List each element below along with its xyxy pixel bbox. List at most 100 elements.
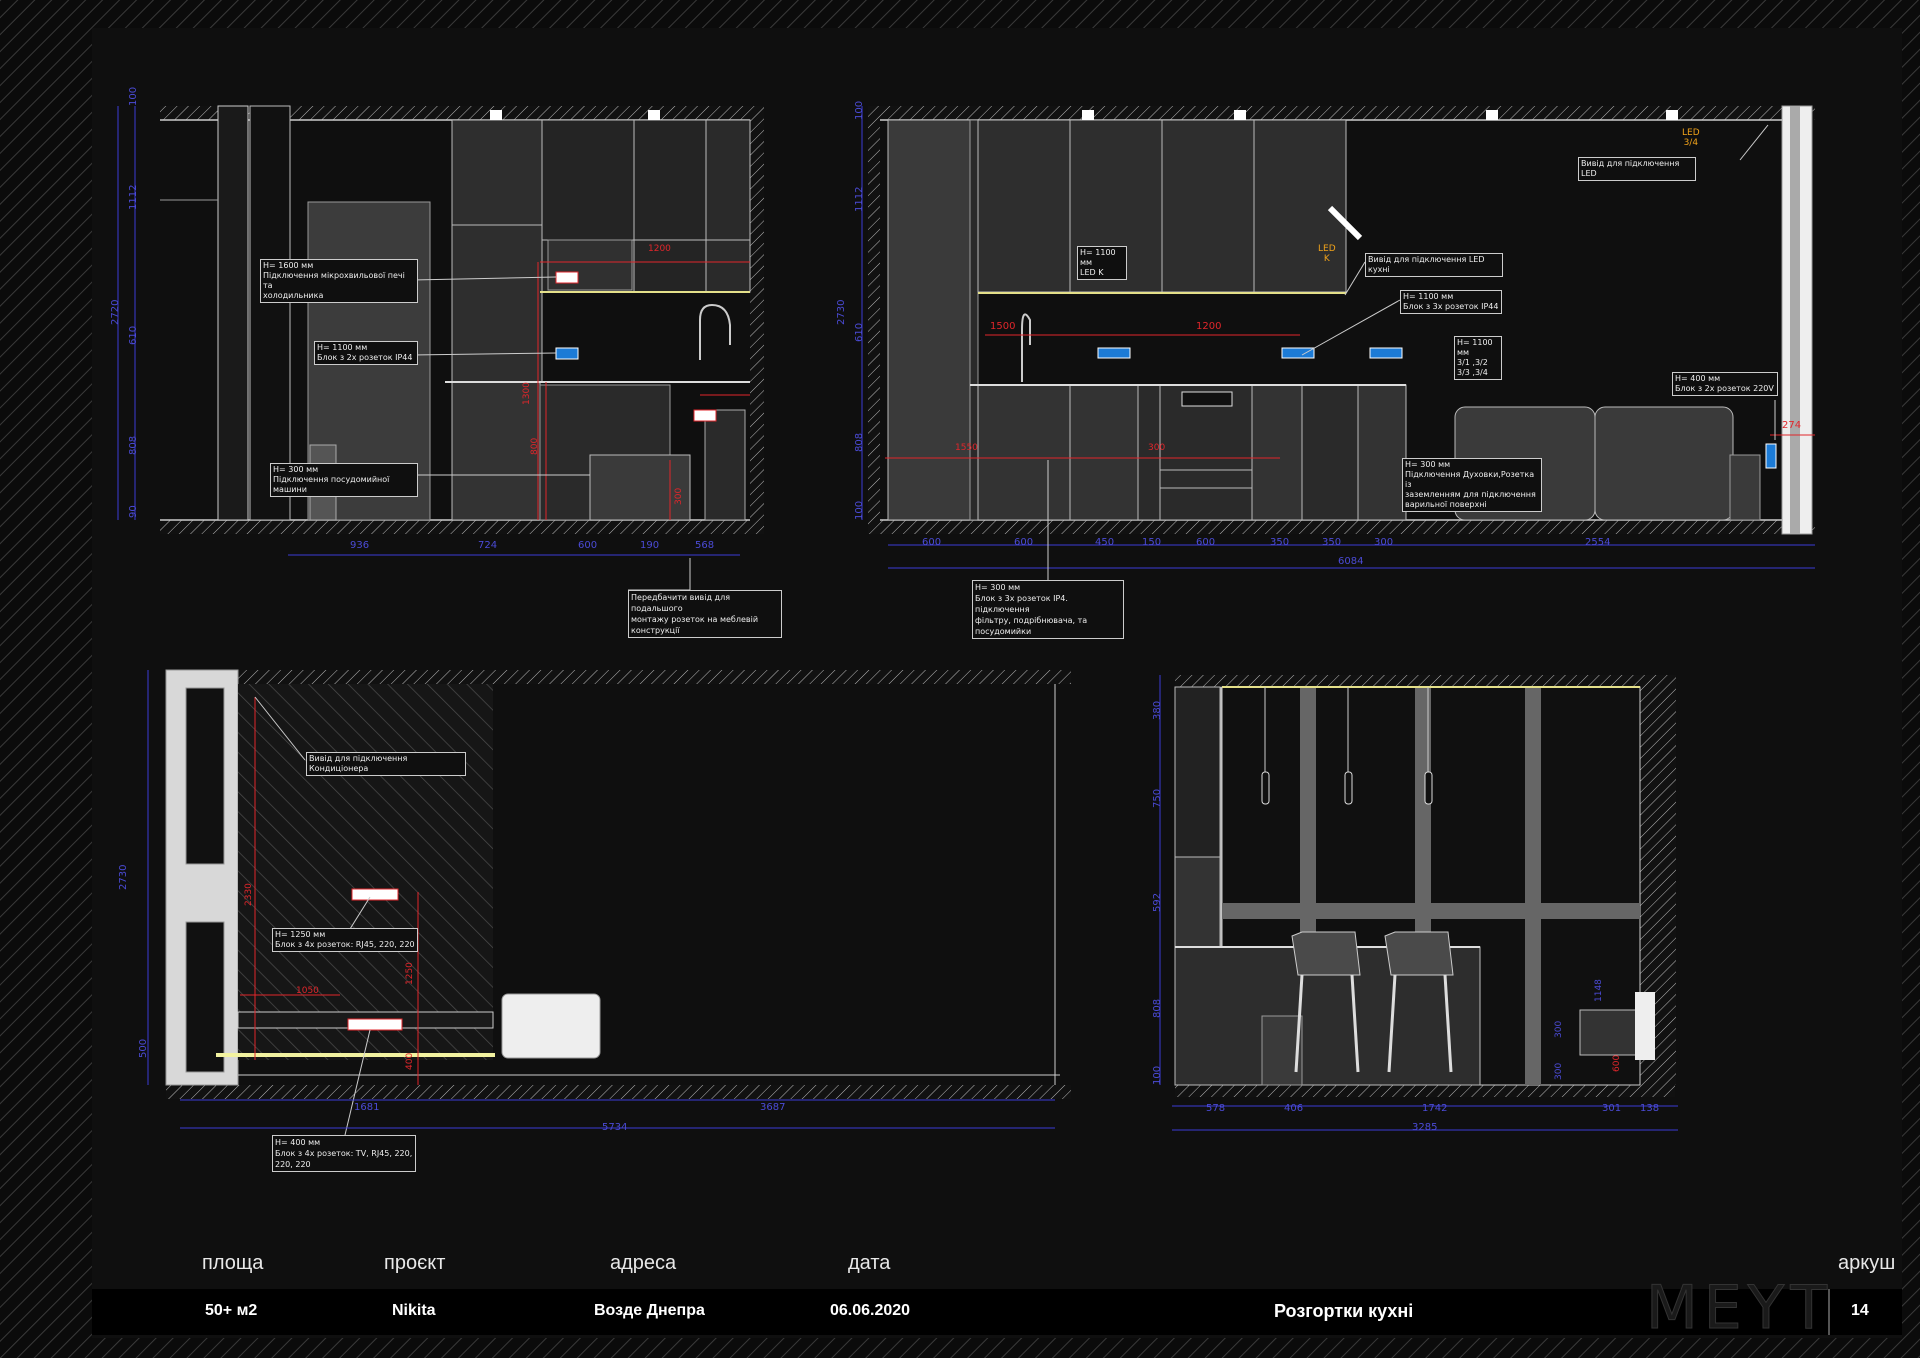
label-sheet: аркуш <box>1838 1252 1896 1274</box>
elev3-note-4-sockets: H= 1250 мм Блок з 4х розеток: RJ45, 220,… <box>272 928 418 952</box>
elev4-dim-h-301: 301 <box>1602 1103 1622 1114</box>
elev4-dim-h-1742: 1742 <box>1422 1103 1448 1114</box>
value-area: 50+ м2 <box>205 1302 258 1319</box>
note-line: Блок з 4х розеток: TV, RJ45, 220, <box>275 1149 413 1158</box>
elev4-dim-v-100: 100 <box>1152 1065 1163 1085</box>
label-address: адреса <box>610 1252 677 1274</box>
note-line: Вивід для підключення LED <box>1581 159 1680 178</box>
note-line: H= 1100 мм <box>1403 292 1454 301</box>
elev2-dim-h-450: 450 <box>1095 537 1115 548</box>
elev2-dim-v-100: 100 <box>854 100 865 120</box>
elev2-dim-v-808: 808 <box>854 432 865 452</box>
note-line: H= 1100 мм <box>1457 338 1493 357</box>
note-line: H= 300 мм <box>975 583 1021 592</box>
elev3-red-dim-1050: 1050 <box>296 986 319 996</box>
note-line: LED K <box>1080 268 1104 277</box>
elev3-red-dim-400: 400 <box>405 1052 415 1070</box>
elev2-red-dim-1200: 1200 <box>1196 321 1222 332</box>
elev2-note-3-sockets: H= 1100 мм Блок з 3х розеток IP44 <box>1400 290 1502 314</box>
elev3-dim-h-1681: 1681 <box>354 1102 380 1113</box>
elev2-note-ledk: H= 1100 мм LED K <box>1077 246 1127 280</box>
note-line: холодильника <box>263 291 324 300</box>
elev2-dim-v-100b: 100 <box>854 500 865 520</box>
elev4-dim-h-138: 138 <box>1640 1103 1660 1114</box>
elev1-dim-h-936: 936 <box>350 540 370 551</box>
elev2-dim-h-2554: 2554 <box>1585 537 1611 548</box>
elev1-note-microwave: H= 1600 мм Підключення мікрохвильової пе… <box>260 259 418 303</box>
label-date: дата <box>848 1252 891 1274</box>
elev4-side-dim-300b: 300 <box>1554 1062 1564 1080</box>
elev2-dim-v-1112: 1112 <box>854 186 865 212</box>
elev1-dim-h-568: 568 <box>695 540 715 551</box>
note-line: Передбачити вивід для подальшого <box>631 593 731 613</box>
note-line: 3/3 ,3/4 <box>1457 368 1488 377</box>
note-line: Вивід для підключення LED кухні <box>1368 255 1485 274</box>
note-line: 3/1 ,3/2 <box>1457 358 1488 367</box>
led-tag: LED <box>1318 244 1336 254</box>
elev1-dim-h-724: 724 <box>478 540 498 551</box>
elev2-dim-h-600a: 600 <box>922 537 942 548</box>
note-line: Підключення посудомийної машини <box>273 475 390 494</box>
note-line: Підключення Духовки,Розетка із <box>1405 470 1535 489</box>
elev1-dim-h-600: 600 <box>578 540 598 551</box>
elev4-side-dim-300a: 300 <box>1554 1020 1564 1038</box>
elev4-dim-h-406: 406 <box>1284 1103 1304 1114</box>
elev1-dim-h-190: 190 <box>640 540 660 551</box>
elev4-dim-v-750: 750 <box>1152 788 1163 808</box>
elev1-note-2-sockets: H= 1100 мм Блок з 2х розеток IP44 <box>314 341 418 365</box>
elev2-dim-h-300: 300 <box>1374 537 1394 548</box>
elev2-note-2-sockets-220: H= 400 мм Блок з 2х розеток 220V <box>1672 372 1778 396</box>
elev2-dim-v-total: 2730 <box>836 299 847 325</box>
elev1-note-furniture-output: Передбачити вивід для подальшого монтажу… <box>628 590 782 638</box>
elev4-side-dim-1148: 1148 <box>1594 979 1604 1002</box>
elev3-dim-h-3687: 3687 <box>760 1102 786 1113</box>
elev2-led-tag-34: LED 3/4 <box>1682 128 1700 148</box>
elev2-led-tag-k: LED K <box>1318 244 1336 264</box>
elev2-dim-total: 6084 <box>1338 556 1364 567</box>
elev4-dim-total: 3285 <box>1412 1122 1438 1133</box>
elev1-dim-v-90: 90 <box>128 505 139 518</box>
elev3-red-dim-1250: 1250 <box>405 962 415 985</box>
led-tag: K <box>1323 254 1330 264</box>
elev2-note-3-1: H= 1100 мм 3/1 ,3/2 3/3 ,3/4 <box>1454 336 1502 380</box>
note-line: конструкції <box>631 626 680 635</box>
title-block-bar <box>92 1289 1902 1335</box>
elevation-4 <box>1159 675 1678 1131</box>
elev4-dim-v-592: 592 <box>1152 892 1163 912</box>
note-line: Блок з 3х розеток IP44 <box>1403 302 1499 311</box>
elev3-dim-total: 5734 <box>602 1122 628 1133</box>
note-line: Блок з 2х розеток 220V <box>1675 384 1774 393</box>
led-tag: 3/4 <box>1683 138 1699 148</box>
elev4-dim-v-380: 380 <box>1152 700 1163 720</box>
note-line: посудомийки <box>975 627 1032 636</box>
elev2-red-dim-1550: 1550 <box>955 443 978 453</box>
logo-meyt: MEYT <box>1646 1273 1833 1343</box>
elev1-red-dim-300: 300 <box>674 487 684 505</box>
elev1-dim-v-1112: 1112 <box>128 184 139 210</box>
elev2-dim-h-600c: 600 <box>1196 537 1216 548</box>
elev1-red-dim-1200: 1200 <box>648 244 671 254</box>
elev1-dim-v-808: 808 <box>128 435 139 455</box>
elev4-dim-v-808: 808 <box>1152 998 1163 1018</box>
note-line: монтажу розеток на меблевій <box>631 615 759 624</box>
note-line: H= 300 мм <box>1405 460 1451 469</box>
note-line: заземленням для підключення <box>1405 490 1536 499</box>
elev2-red-dim-300: 300 <box>1148 443 1166 453</box>
note-line: фільтру, подрібнювача, та <box>975 616 1088 625</box>
note-line: H= 1100 мм <box>1080 248 1116 267</box>
note-line: 220, 220 <box>275 1160 311 1169</box>
note-line: варильної поверхні <box>1405 500 1487 509</box>
elev1-red-dim-1300: 1300 <box>522 382 532 405</box>
note-line: H= 400 мм <box>275 1138 321 1147</box>
note-line: Блок з 2х розеток IP44 <box>317 353 413 362</box>
elev2-note-led-kitchen: Вивід для підключення LED кухні <box>1365 253 1503 277</box>
elev2-dim-h-350b: 350 <box>1322 537 1342 548</box>
led-tag: LED <box>1682 128 1700 138</box>
elev3-dim-v-500: 500 <box>138 1038 149 1058</box>
value-address: Возде Днепра <box>594 1302 705 1319</box>
label-area: площа <box>202 1252 264 1274</box>
note-line: H= 1600 мм <box>263 261 314 270</box>
elev2-dim-v-610: 610 <box>854 322 865 342</box>
elev2-note-led: Вивід для підключення LED <box>1578 157 1696 181</box>
note-line: H= 1250 мм <box>275 930 326 939</box>
